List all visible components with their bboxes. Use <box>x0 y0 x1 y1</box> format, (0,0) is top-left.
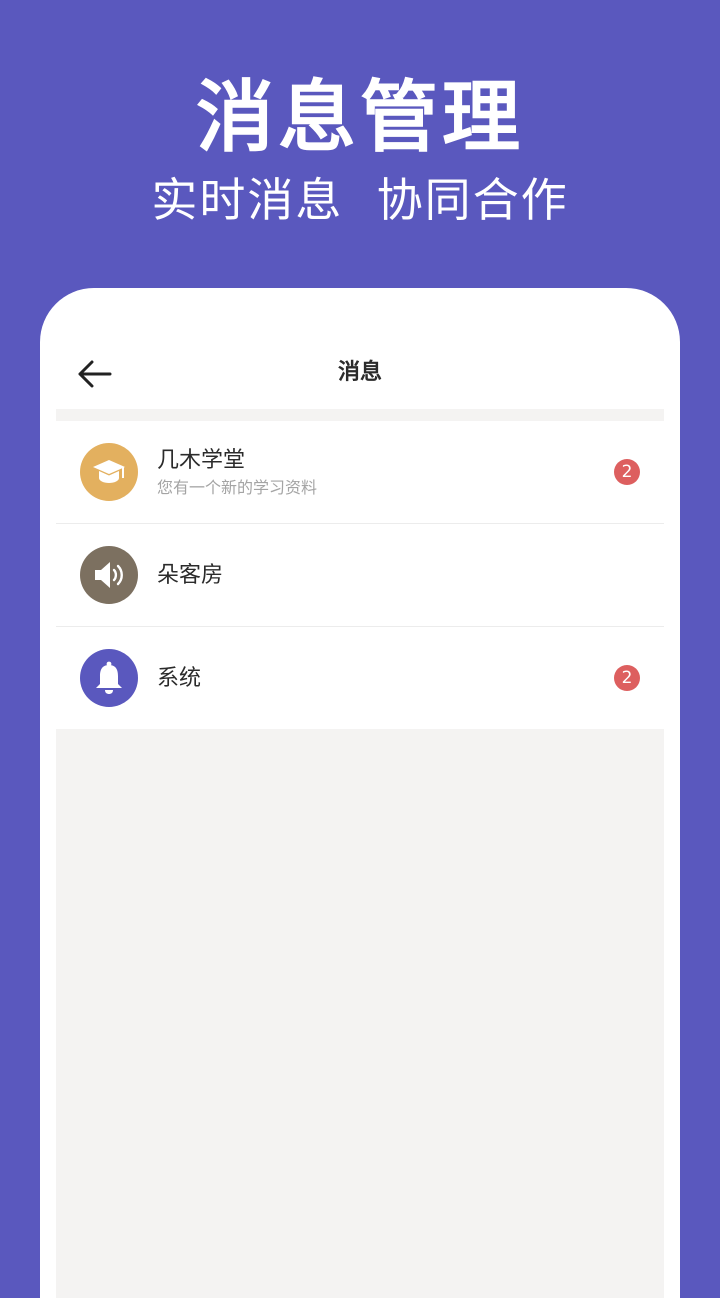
list-item-name: 朵客房 <box>157 563 224 588</box>
bell-icon <box>96 661 122 694</box>
hero-subtitle: 实时消息 协同合作 <box>151 173 569 227</box>
list-item-system[interactable]: 系统 2 <box>56 627 664 729</box>
list-item-duokefang[interactable]: 朵客房 <box>56 524 664 627</box>
list-item-name: 几木学堂 <box>157 448 246 473</box>
avatar <box>80 443 138 501</box>
speaker-icon <box>95 562 123 588</box>
page-title: 消息 <box>337 360 382 385</box>
list-item-preview: 您有一个新的学习资料 <box>157 478 318 497</box>
unread-badge: 2 <box>614 459 640 485</box>
message-list-area: 几木学堂 您有一个新的学习资料 2 朵客房 系统 2 <box>56 409 664 1298</box>
avatar <box>80 546 138 604</box>
list-item-name: 系统 <box>157 666 202 691</box>
hero-title: 消息管理 <box>195 73 524 163</box>
phone-frame: 消息 几木学堂 您有一个新的学习资料 2 朵客房 系统 2 <box>40 288 680 1298</box>
nav-bar: 消息 <box>40 288 680 409</box>
list-item-jimu[interactable]: 几木学堂 您有一个新的学习资料 2 <box>56 421 664 524</box>
message-list: 几木学堂 您有一个新的学习资料 2 朵客房 系统 2 <box>56 421 664 729</box>
avatar <box>80 649 138 707</box>
unread-badge: 2 <box>614 665 640 691</box>
graduation-cap-icon <box>93 460 125 483</box>
